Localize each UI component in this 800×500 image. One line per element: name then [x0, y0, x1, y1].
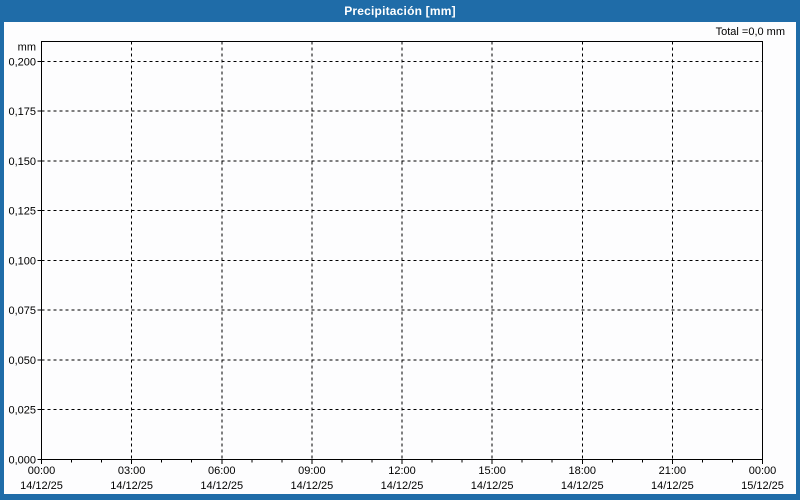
window-border-right: [796, 22, 800, 500]
x-axis-date-label: 14/12/25: [110, 480, 153, 492]
window-border-bottom: [0, 494, 800, 500]
chart-title-bar: Precipitación [mm]: [0, 0, 800, 22]
x-axis-time-label: 15:00: [478, 465, 506, 477]
x-axis-date-label: 14/12/25: [20, 480, 63, 492]
x-axis-time-label: 21:00: [659, 465, 687, 477]
y-axis-tick-label: 0,025: [8, 405, 36, 417]
x-axis-date-label: 14/12/25: [381, 480, 424, 492]
chart-window: 0,200 0,175 0,150 0,125 0,100 0,075 0,050 0,025…: [0, 0, 800, 500]
y-axis-tick-label: 0,175: [8, 106, 36, 118]
x-axis-date-label: 14/12/25: [561, 480, 604, 492]
x-axis-time-label: 12:00: [388, 465, 416, 477]
total-precipitation-label: Total =0,0 mm: [715, 26, 785, 38]
precipitation-plot-area: 0,200 0,175 0,150 0,125 0,100 0,075 0,050 0,025…: [8, 41, 784, 492]
y-axis-tick-label: 0,075: [8, 305, 36, 317]
y-axis-unit-label: mm: [18, 42, 36, 54]
x-axis-date-label: 15/12/25: [741, 480, 784, 492]
x-axis-time-label: 00:00: [749, 465, 777, 477]
x-axis-time-label: 09:00: [298, 465, 326, 477]
x-axis-date-label: 14/12/25: [200, 480, 243, 492]
y-axis-tick-label: 0,150: [8, 156, 36, 168]
x-axis-time-label: 03:00: [118, 465, 146, 477]
y-axis-tick-label: 0,050: [8, 355, 36, 367]
x-axis-time-label: 00:00: [28, 465, 56, 477]
x-axis-date-label: 14/12/25: [471, 480, 514, 492]
y-axis-tick-label: 0,200: [8, 56, 36, 68]
window-border-left: [0, 22, 4, 500]
y-axis-tick-label: 0,100: [8, 255, 36, 267]
x-axis-date-label: 14/12/25: [290, 480, 333, 492]
x-axis-time-label: 06:00: [208, 465, 236, 477]
chart-title: Precipitación [mm]: [344, 4, 456, 18]
y-axis-tick-label: 0,125: [8, 206, 36, 218]
x-axis-time-label: 18:00: [568, 465, 596, 477]
x-axis-date-label: 14/12/25: [651, 480, 694, 492]
